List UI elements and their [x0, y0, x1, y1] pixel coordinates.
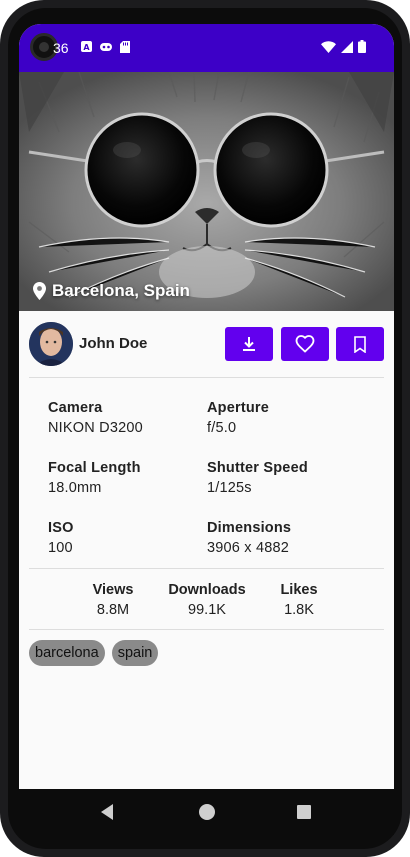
bookmark-button[interactable] [336, 327, 384, 361]
download-button[interactable] [225, 327, 273, 361]
detail-dimensions: Dimensions 3906 x 4882 [207, 520, 291, 556]
notification-icons: A [81, 41, 130, 53]
signal-icon [341, 40, 353, 53]
divider [29, 377, 384, 378]
detail-focal-length: Focal Length 18.0mm [48, 460, 141, 496]
status-bar: 36 A [19, 24, 394, 72]
detail-value: 3906 x 4882 [207, 540, 290, 556]
detail-value: 18.0mm [48, 480, 102, 496]
divider [29, 568, 384, 569]
detail-label: ISO [48, 520, 74, 536]
bookmark-icon [354, 335, 366, 353]
stat-label: Downloads [168, 582, 246, 598]
tag-list: barcelona spain [29, 640, 159, 666]
detail-iso: ISO 100 [48, 520, 74, 556]
detail-value: NIKON D3200 [48, 420, 143, 436]
stat-value: 99.1K [188, 602, 226, 618]
stat-views: Views 8.8M [68, 582, 158, 618]
photo-location: Barcelona, Spain [33, 281, 190, 301]
location-text: Barcelona, Spain [52, 281, 190, 300]
game-icon [100, 43, 112, 51]
tag-chip[interactable]: spain [111, 640, 159, 666]
stat-value: 8.8M [96, 602, 130, 618]
back-triangle-icon[interactable] [101, 804, 113, 820]
detail-shutter-speed: Shutter Speed 1/125s [207, 460, 308, 496]
avatar[interactable] [29, 322, 73, 366]
detail-label: Dimensions [207, 520, 292, 536]
detail-camera: Camera NIKON D3200 [48, 400, 143, 436]
detail-label: Camera [48, 400, 103, 416]
stat-likes: Likes 1.8K [254, 582, 344, 618]
detail-value: 100 [48, 540, 73, 556]
sd-card-icon [120, 41, 130, 53]
location-pin-icon [33, 282, 46, 300]
navigation-bar [19, 789, 394, 835]
like-button[interactable] [281, 327, 329, 361]
cat-with-sunglasses-photo [19, 72, 394, 311]
download-icon [243, 337, 255, 351]
tag-chip[interactable]: barcelona [29, 640, 105, 666]
detail-label: Aperture [207, 400, 270, 416]
battery-icon [358, 40, 366, 53]
recents-square-icon[interactable] [297, 805, 311, 819]
heart-icon [295, 335, 315, 353]
detail-value: f/5.0 [207, 420, 237, 436]
stat-label: Likes [280, 582, 318, 598]
divider [29, 629, 384, 630]
home-circle-icon[interactable] [199, 804, 215, 820]
author-row: John Doe [29, 322, 384, 366]
stat-downloads: Downloads 99.1K [162, 582, 252, 618]
detail-aperture: Aperture f/5.0 [207, 400, 269, 436]
wifi-icon [321, 40, 336, 53]
detail-label: Focal Length [48, 460, 141, 476]
app-screen: 36 A Barcelona, Spain John Doe Camera NI… [19, 24, 394, 789]
status-time: 36 [53, 40, 69, 56]
hero-photo[interactable]: Barcelona, Spain [19, 72, 394, 311]
svg-text:A: A [83, 43, 90, 52]
avatar-photo [29, 322, 73, 366]
stat-label: Views [92, 582, 134, 598]
a-icon: A [81, 41, 92, 52]
stat-value: 1.8K [284, 602, 314, 618]
author-name[interactable]: John Doe [79, 335, 147, 352]
detail-label: Shutter Speed [207, 460, 308, 476]
detail-value: 1/125s [207, 480, 252, 496]
system-icons [321, 40, 366, 53]
